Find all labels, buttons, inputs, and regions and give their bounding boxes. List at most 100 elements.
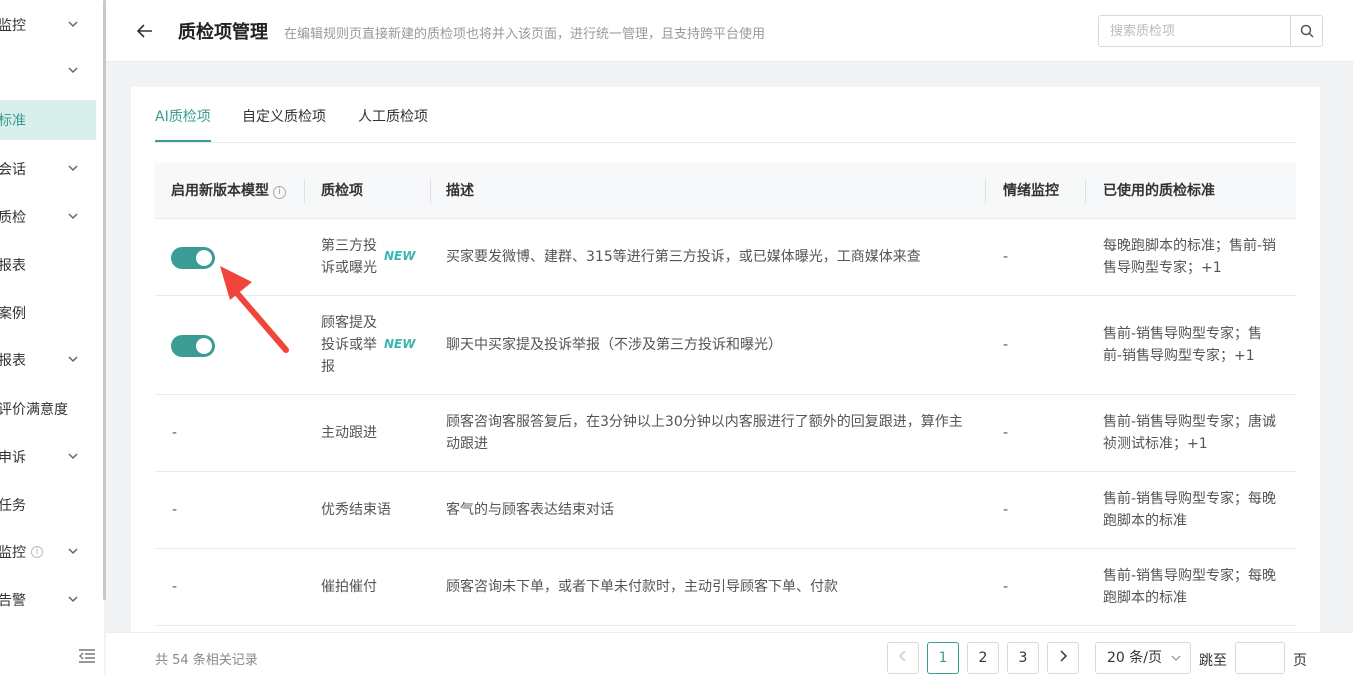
chevron-left-icon [898,650,906,662]
collapse-menu-icon[interactable] [78,648,96,664]
item-name: 顾客提及 投诉或举 报 [321,312,377,378]
used-standards: 每晚跑脚本的标准；售前-销 售导购型专家；+1 [1103,235,1276,279]
sidebar-item-label: 任务 [0,498,26,514]
sidebar-item-monitor[interactable]: 监控 [0,5,96,45]
table-header: 启用新版本模型 i 质检项 描述 情绪监控 已使用的质检标准 [155,163,1296,219]
standards-line: 每晚跑脚本的标准；售前-销 [1103,238,1277,254]
info-icon[interactable]: i [273,186,286,199]
sidebar-item-label: 报表 [0,353,26,369]
standards-line: 售前-销售导购型专家；售 [1103,326,1263,342]
sidebar-item-alert[interactable]: 告警 [0,580,96,620]
sidebar-item-task[interactable]: 任务 [0,485,96,525]
new-model-toggle[interactable] [171,335,215,357]
tab-bar: AI质检项 自定义质检项 人工质检项 [155,87,1296,143]
item-description: 顾客咨询客服答复后，在3分钟以上30分钟以内客服进行了额外的回复跟进，算作主 动… [446,411,963,455]
used-standards: 售前-销售导购型专家；每晚 跑脚本的标准 [1103,565,1276,609]
new-badge: NEW [384,337,416,351]
emotion-monitor-value: - [1003,249,1009,265]
sidebar-item-label: 监控 [0,545,26,561]
sidebar-item-monitor-2[interactable]: 监控 i [0,532,96,572]
toggle-knob [196,338,212,354]
sidebar-item-group[interactable] [0,51,96,91]
emotion-monitor-value: - [1003,579,1009,595]
item-name-line: 报 [321,359,335,375]
item-name-line: 顾客提及 [321,315,377,331]
sidebar-item-session[interactable]: 会话 [0,149,96,189]
sidebar-item-label: 质检 [0,210,26,226]
quality-items-table: 启用新版本模型 i 质检项 描述 情绪监控 已使用的质检标准 第三方投 诉或曝光 … [155,163,1296,626]
sidebar-item-report-2[interactable]: 报表 [0,340,96,380]
total-records: 共 54 条相关记录 [155,653,258,668]
tab-manual-items[interactable]: 人工质检项 [358,106,428,126]
sidebar-item-report[interactable]: 报表 [0,245,96,285]
info-icon: i [31,546,43,558]
item-name: 催拍催付 [321,579,377,595]
used-standards: 售前-销售导购型专家；唐诚 祯测试标准；+1 [1103,411,1276,455]
sidebar-item-label: 标准 [0,113,26,129]
column-header-label: 启用新版本模型 [171,183,269,199]
chevron-down-icon [1171,655,1181,661]
column-header-desc: 描述 [446,183,474,199]
item-description: 客气的与顾客表达结束对话 [446,502,614,518]
tab-ai-items[interactable]: AI质检项 [155,106,211,126]
column-header-model: 启用新版本模型 i [171,163,286,219]
sidebar-item-label: 会话 [0,162,26,178]
sidebar-item-label: 案例 [0,306,26,322]
sidebar-item-inspection[interactable]: 质检 [0,197,96,237]
chevron-down-icon [68,165,78,172]
next-page-button[interactable] [1047,642,1079,674]
column-divider [430,179,431,203]
page-3-button[interactable]: 3 [1007,642,1039,674]
chevron-down-icon [68,548,78,555]
sidebar-item-appeal[interactable]: 申诉 [0,437,96,477]
sidebar-scrollbar[interactable] [103,0,106,600]
page-1-button[interactable]: 1 [927,642,959,674]
sidebar-item-label: 监控 [0,18,26,34]
back-arrow-icon[interactable] [136,22,154,40]
sidebar-item-label: 告警 [0,593,26,609]
table-row: - 催拍催付 顾客咨询未下单，或者下单未付款时，主动引导顾客下单、付款 - 售前… [155,549,1296,626]
search-box [1098,15,1323,47]
content-card: AI质检项 自定义质检项 人工质检项 启用新版本模型 i 质检项 描述 情绪监控 … [131,87,1320,647]
column-header-item: 质检项 [321,183,363,199]
sidebar-item-label: 评价满意度 [0,402,68,418]
page-title: 质检项管理 [178,22,268,43]
table-row: 顾客提及 投诉或举 报 NEW 聊天中买家提及投诉举报（不涉及第三方投诉和曝光）… [155,296,1296,395]
tab-custom-items[interactable]: 自定义质检项 [242,106,326,126]
chevron-down-icon [68,67,78,74]
page-description: 在编辑规则页直接新建的质检项也将并入该页面，进行统一管理，且支持跨平台使用 [284,27,766,42]
sidebar-item-standard[interactable]: 标准 [0,100,96,140]
standards-line: 祯测试标准；+1 [1103,436,1208,452]
search-input[interactable] [1099,16,1291,46]
sidebar-item-satisfaction[interactable]: 评价满意度 [0,389,96,429]
item-name-line: 第三方投 [321,238,377,254]
item-name: 优秀结束语 [321,502,391,518]
model-toggle-empty: - [172,425,178,441]
description-line: 顾客咨询客服答复后，在3分钟以上30分钟以内客服进行了额外的回复跟进，算作主 [446,414,963,430]
standards-line: 售前-销售导购型专家；每晚 [1103,568,1277,584]
search-button[interactable] [1290,16,1322,46]
used-standards: 售前-销售导购型专家；售 前-销售导购型专家；+1 [1103,323,1262,367]
table-row: 第三方投 诉或曝光 NEW 买家要发微博、建群、315等进行第三方投诉，或已媒体… [155,219,1296,296]
page-2-button[interactable]: 2 [967,642,999,674]
chevron-down-icon [68,356,78,363]
sidebar: 监控 标准 会话 质检 报表 案例 报表 评价满意度 申诉 任务 监控 i 告警 [0,0,104,675]
column-header-emotion: 情绪监控 [1003,183,1059,199]
page-size-select[interactable]: 20 条/页 [1095,642,1191,674]
standards-line: 售导购型专家；+1 [1103,260,1222,276]
page-unit-label: 页 [1293,653,1307,669]
pagination-bar: 共 54 条相关记录 1 2 3 20 条/页 跳至 页 [106,632,1353,675]
prev-page-button[interactable] [887,642,919,674]
chevron-down-icon [68,596,78,603]
column-divider [304,179,305,203]
main-scrollbar[interactable] [1347,62,1353,632]
sidebar-item-case[interactable]: 案例 [0,293,96,333]
page-size-value: 20 条/页 [1107,650,1162,666]
emotion-monitor-value: - [1003,425,1009,441]
model-toggle-empty: - [172,579,178,595]
sidebar-item-label: 申诉 [0,450,26,466]
table-row: - 主动跟进 顾客咨询客服答复后，在3分钟以上30分钟以内客服进行了额外的回复跟… [155,395,1296,472]
chevron-right-icon [1060,650,1068,662]
jump-to-page-input[interactable] [1235,642,1285,674]
new-model-toggle[interactable] [171,247,215,269]
